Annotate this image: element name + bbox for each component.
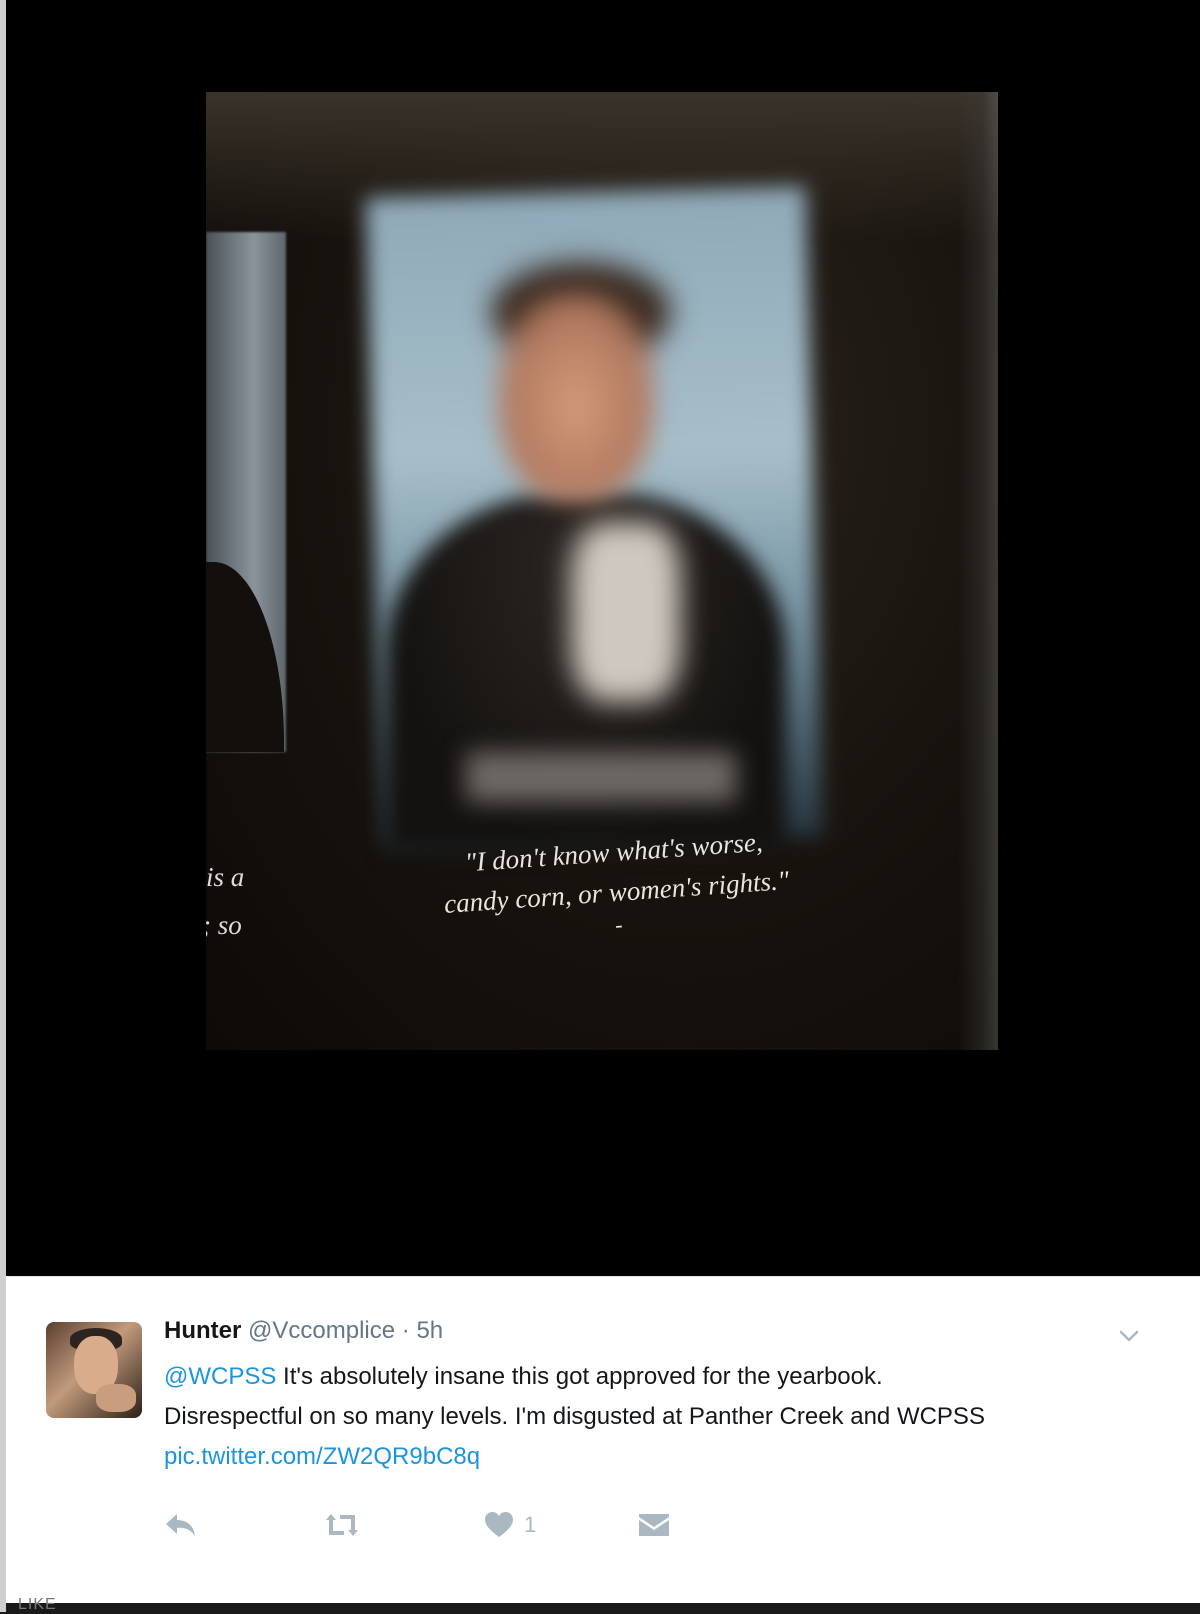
- retweet-icon: [326, 1514, 358, 1536]
- direct-message-button[interactable]: [638, 1505, 670, 1545]
- pic-link[interactable]: pic.twitter.com/ZW2QR9bC8q: [164, 1437, 1154, 1477]
- reply-button[interactable]: [164, 1505, 198, 1545]
- tweet-text-line-1: It's absolutely insane this got approved…: [276, 1363, 883, 1390]
- author-name[interactable]: Hunter: [164, 1317, 241, 1344]
- tweet-text: @WCPSS It's absolutely insane this got a…: [164, 1357, 1154, 1477]
- tweet-actions: 1: [164, 1505, 724, 1545]
- tweet-header: Hunter @Vccomplice · 5h: [164, 1317, 443, 1345]
- tweet-media[interactable]: is a ; so "I don't know what's worse, ca…: [6, 0, 1200, 1276]
- reply-icon: [166, 1514, 195, 1536]
- tweet-time[interactable]: 5h: [416, 1317, 443, 1344]
- blurred-shirt: [571, 522, 681, 702]
- footer-label: LIKE: [18, 1596, 57, 1613]
- direct-message-icon: [639, 1514, 669, 1536]
- retweet-button[interactable]: [322, 1505, 362, 1545]
- tweet-text-line-2: Disrespectful on so many levels. I'm dis…: [164, 1403, 985, 1430]
- heart-icon: [485, 1512, 513, 1537]
- tweet-card: Hunter @Vccomplice · 5h @WCPSS It's abso…: [6, 1276, 1200, 1603]
- blurred-face: [496, 292, 656, 502]
- author-handle[interactable]: @Vccomplice: [248, 1317, 395, 1344]
- yearbook-photo: is a ; so "I don't know what's worse, ca…: [206, 92, 998, 1050]
- side-text-2: ; so: [206, 910, 242, 940]
- side-text-1: is a: [206, 862, 245, 892]
- chevron-down-icon[interactable]: [1118, 1325, 1140, 1347]
- avatar-hand: [96, 1384, 136, 1412]
- separator: ·: [401, 1317, 410, 1344]
- avatar[interactable]: [46, 1322, 142, 1418]
- like-button[interactable]: 1: [484, 1505, 536, 1545]
- mention-link[interactable]: @WCPSS: [164, 1363, 276, 1390]
- like-count: 1: [524, 1512, 537, 1537]
- blurred-name: [466, 752, 736, 802]
- photo-page-edge: [958, 92, 998, 1050]
